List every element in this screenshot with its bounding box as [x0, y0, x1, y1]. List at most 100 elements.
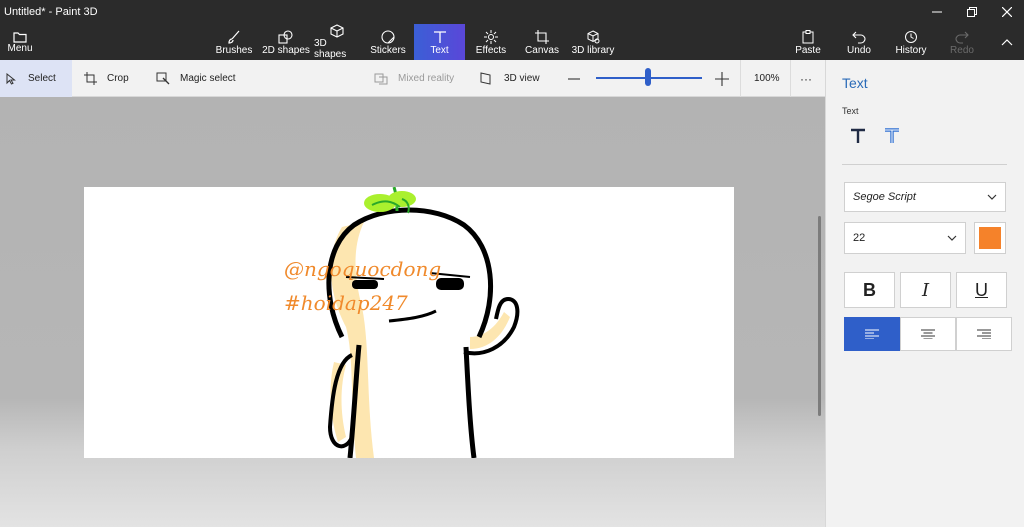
cartoon-character-drawing — [326, 187, 520, 458]
brush-icon — [227, 29, 241, 45]
tool-label: Stickers — [370, 44, 406, 56]
effects-icon — [484, 29, 498, 45]
italic-button[interactable]: I — [900, 272, 951, 308]
minus-icon — [568, 77, 580, 80]
divider — [790, 60, 791, 97]
panel-subtitle: Text — [842, 106, 859, 116]
redo-icon — [955, 29, 969, 45]
tool-stickers[interactable]: Stickers — [368, 24, 408, 60]
2d-text-button[interactable] — [846, 124, 870, 148]
magic-select-label: Magic select — [180, 73, 236, 84]
tool-label: 2D shapes — [262, 44, 310, 56]
2d-text-icon — [851, 128, 865, 143]
undo-button[interactable]: Undo — [842, 24, 876, 60]
plus-icon — [715, 71, 729, 86]
tool-label: Undo — [847, 44, 871, 56]
tool-text[interactable]: Text — [414, 24, 465, 60]
magic-select-tool[interactable]: Magic select — [156, 60, 236, 97]
canvas-text-line-1[interactable]: @ngoquocdong — [284, 257, 441, 281]
undo-icon — [852, 29, 866, 45]
folder-icon — [13, 31, 27, 43]
tool-3d-library[interactable]: 3D library — [570, 24, 616, 60]
tool-label: Effects — [475, 44, 507, 56]
3d-view-label: 3D view — [504, 73, 540, 84]
tool-brushes[interactable]: Brushes — [214, 24, 254, 60]
paste-button[interactable]: Paste — [790, 24, 826, 60]
tool-label: History — [895, 44, 927, 56]
tool-effects[interactable]: Effects — [472, 24, 510, 60]
3d-library-icon — [586, 29, 600, 45]
canvas-icon — [535, 29, 549, 45]
crop-tool[interactable]: Crop — [84, 60, 129, 97]
mixed-reality-label: Mixed reality — [398, 73, 455, 84]
text-properties-panel: Text Text Segoe Script 22 B I U — [825, 60, 1024, 527]
text-color-picker[interactable] — [974, 222, 1006, 254]
restore-icon — [967, 7, 977, 17]
collapse-ribbon-button[interactable] — [990, 32, 1024, 52]
2d-shapes-icon — [278, 29, 294, 45]
panel-title: Text — [842, 75, 868, 91]
crop-label: Crop — [107, 73, 129, 84]
tool-label: 3D shapes — [314, 38, 347, 60]
title-and-ribbon-bar: Untitled* - Paint 3D Menu Brushes 2D sha… — [0, 0, 1024, 60]
stickers-icon — [381, 29, 395, 45]
align-left-icon — [865, 329, 879, 339]
tool-label: Redo — [950, 44, 974, 56]
3d-text-button[interactable] — [880, 124, 904, 148]
font-size-value: 22 — [853, 232, 866, 244]
canvas-text-line-2[interactable]: #hoidap247 — [284, 291, 408, 315]
close-button[interactable] — [990, 2, 1024, 22]
3d-view-icon — [480, 72, 494, 85]
3d-shapes-icon — [330, 24, 344, 38]
mixed-reality-button[interactable]: Mixed reality — [374, 60, 454, 97]
bold-button[interactable]: B — [844, 272, 895, 308]
zoom-percent[interactable]: 100% — [754, 60, 780, 97]
menu-button[interactable]: Menu — [0, 24, 40, 60]
3d-text-icon — [885, 128, 899, 143]
zoom-in-button[interactable] — [714, 60, 730, 97]
align-left-button[interactable] — [844, 317, 900, 351]
3d-view-button[interactable]: 3D view — [480, 60, 540, 97]
font-family-select[interactable]: Segoe Script — [844, 182, 1006, 212]
tool-label: Text — [430, 44, 449, 56]
history-icon — [904, 29, 918, 45]
zoom-out-button[interactable] — [566, 60, 582, 97]
paste-icon — [801, 29, 815, 45]
font-family-value: Segoe Script — [853, 191, 916, 203]
history-button[interactable]: History — [892, 24, 930, 60]
chevron-down-icon — [987, 194, 997, 200]
chevron-up-icon — [1001, 39, 1013, 46]
tool-label: Canvas — [525, 44, 559, 56]
chevron-down-icon — [947, 235, 957, 241]
mixed-reality-icon — [374, 72, 388, 85]
window-title: Untitled* - Paint 3D — [4, 6, 98, 18]
divider — [842, 164, 1007, 165]
tool-canvas[interactable]: Canvas — [522, 24, 562, 60]
crop-icon — [84, 72, 97, 85]
cursor-icon — [6, 72, 18, 85]
zoom-slider-thumb[interactable] — [645, 68, 651, 86]
menu-label: Menu — [7, 42, 33, 54]
vertical-scrollbar[interactable] — [818, 216, 821, 416]
tool-3d-shapes[interactable]: 3D shapes — [314, 24, 360, 60]
drawing-canvas[interactable]: @ngoquocdong #hoidap247 — [84, 187, 734, 458]
text-color-swatch — [979, 227, 1001, 249]
select-label: Select — [28, 73, 56, 84]
align-center-button[interactable] — [900, 317, 956, 351]
text-icon — [433, 29, 447, 45]
align-center-icon — [921, 329, 935, 339]
restore-button[interactable] — [955, 2, 989, 22]
align-right-icon — [977, 329, 991, 339]
tool-label: Brushes — [215, 44, 253, 56]
align-right-button[interactable] — [956, 317, 1012, 351]
divider — [740, 60, 741, 97]
select-tool[interactable]: Select — [0, 60, 72, 97]
underline-button[interactable]: U — [956, 272, 1007, 308]
more-options-button[interactable]: ··· — [800, 60, 812, 97]
tool-label: Paste — [795, 44, 821, 56]
tool-2d-shapes[interactable]: 2D shapes — [262, 24, 310, 60]
minimize-button[interactable] — [920, 2, 954, 22]
redo-button[interactable]: Redo — [946, 24, 978, 60]
font-size-select[interactable]: 22 — [844, 222, 966, 254]
close-icon — [1002, 7, 1012, 17]
